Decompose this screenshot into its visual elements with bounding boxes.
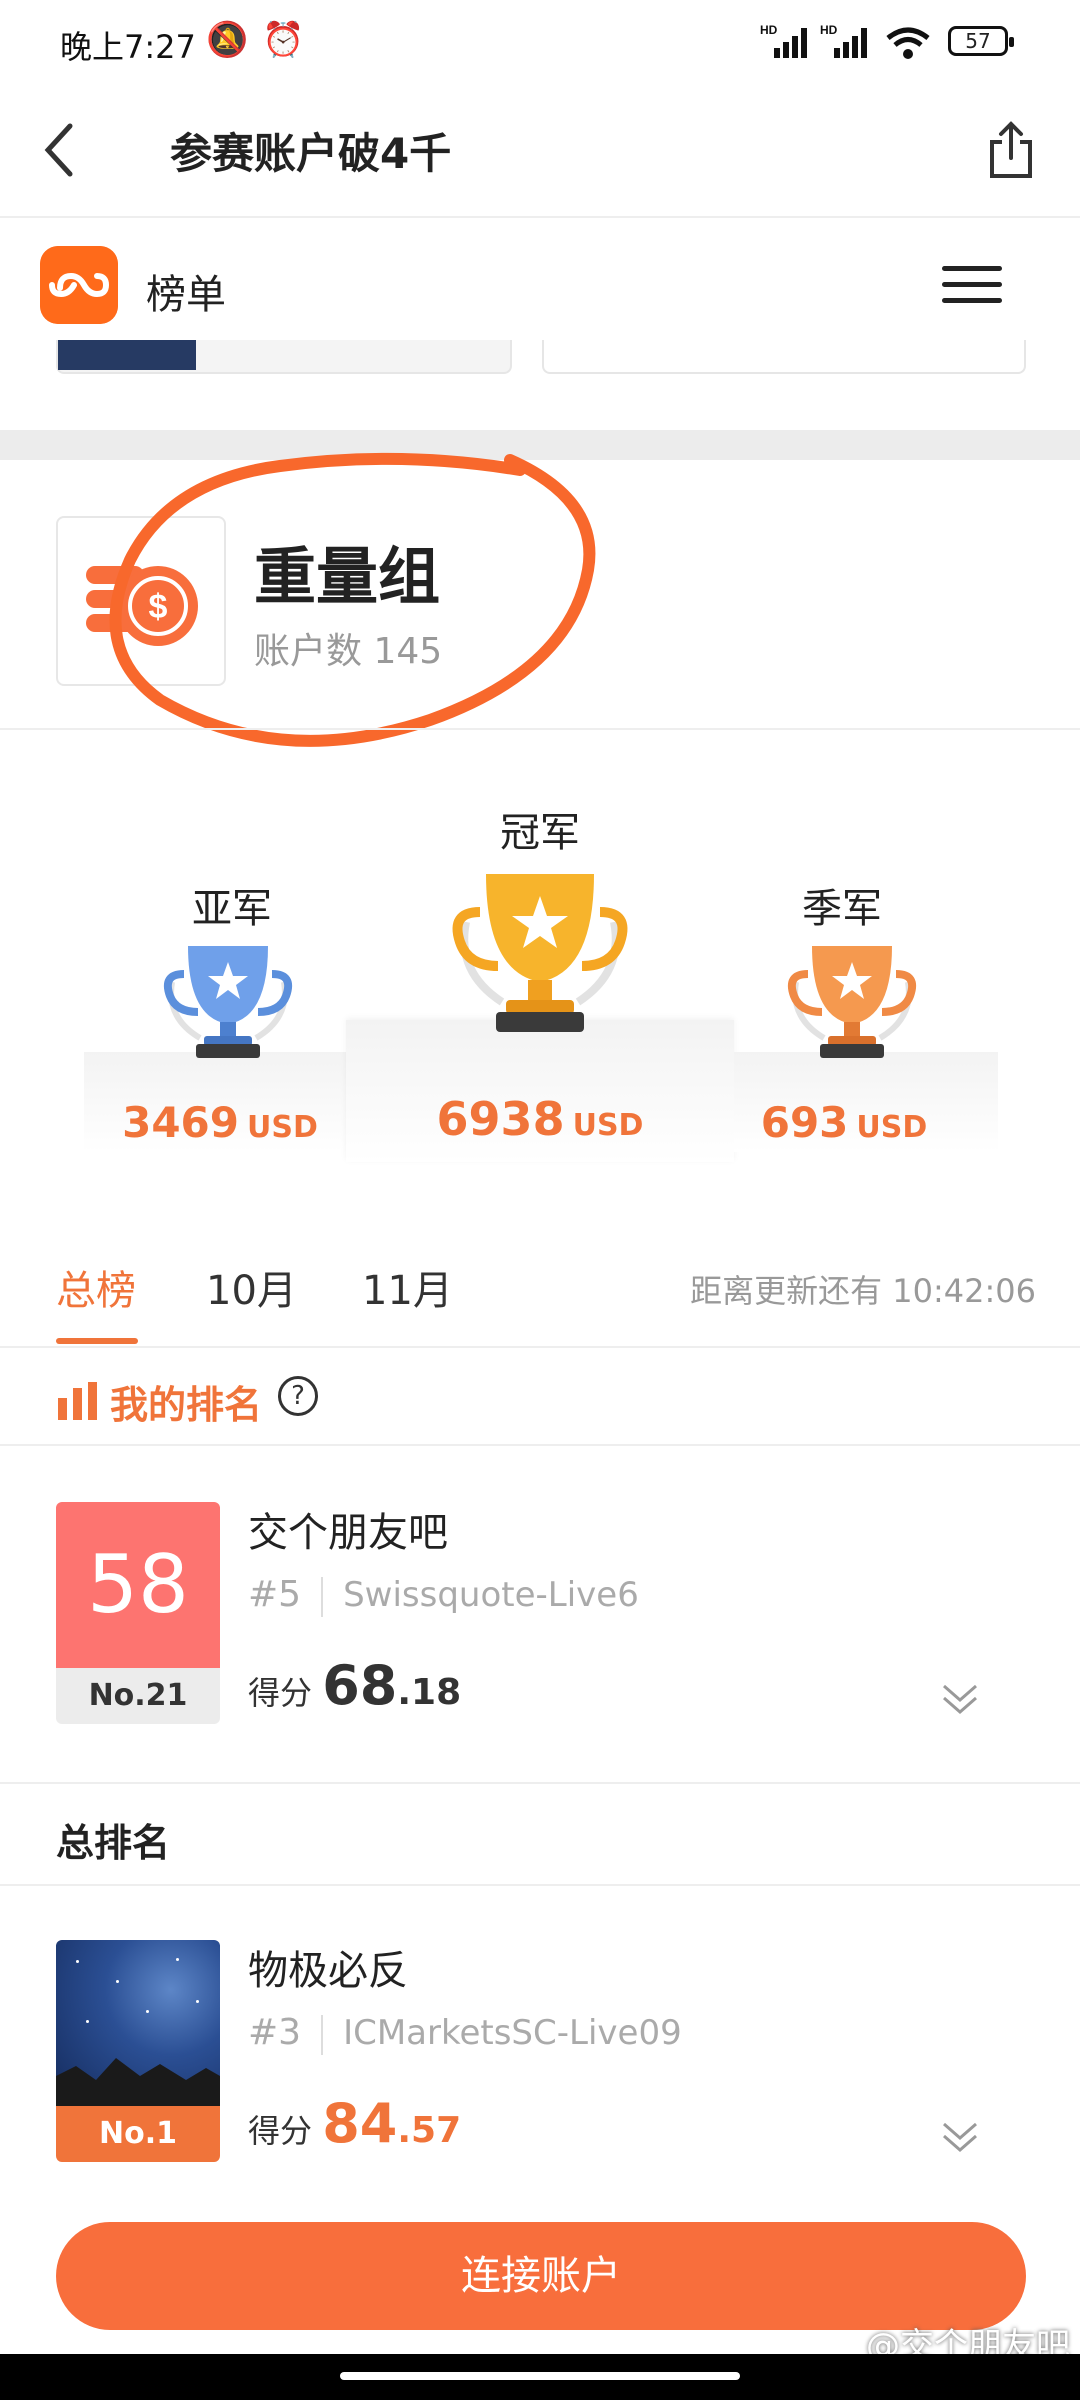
account-sub-info: #3 ICMarketsSC-Live09 xyxy=(248,2012,682,2055)
account-sub-info: #5 Swissquote-Live6 xyxy=(248,1574,639,1617)
sub-rank: #3 xyxy=(248,2012,302,2053)
score-badge: 58 No.21 xyxy=(56,1502,220,1724)
bar-chart-icon xyxy=(58,1382,97,1420)
signal-hd-icon: HD xyxy=(760,23,807,58)
second-place-prize: 3469 USD xyxy=(122,1098,318,1147)
gold-trophy-icon xyxy=(452,874,628,1032)
back-arrow-icon[interactable] xyxy=(40,120,80,180)
app-header: 榜单 xyxy=(0,218,1080,354)
app-section-title: 榜单 xyxy=(146,272,226,318)
bronze-trophy-icon xyxy=(787,946,917,1058)
avatar: No.1 xyxy=(56,1940,220,2162)
coin-stack-icon: $ xyxy=(86,566,198,646)
update-countdown: 距离更新还有 10:42:06 xyxy=(690,1272,1036,1310)
score-badge-value: 58 xyxy=(56,1502,220,1668)
account-name: 物极必反 xyxy=(248,1948,408,1994)
alarm-icon: ⏰ xyxy=(262,20,305,60)
menu-icon[interactable] xyxy=(942,266,1002,306)
tab-november[interactable]: 11月 xyxy=(362,1258,453,1316)
active-tab-indicator xyxy=(56,1338,138,1344)
my-rank-header: 我的排名 ? xyxy=(0,1350,1080,1446)
third-place-prize: 693 USD xyxy=(760,1098,928,1147)
tab-october[interactable]: 10月 xyxy=(206,1258,297,1316)
expand-chevron-icon[interactable] xyxy=(940,1680,980,1716)
avatar-image xyxy=(56,1940,220,2106)
top-nav-bar: 参赛账户破4千 xyxy=(0,84,1080,218)
entry-score: 得分 68.18 xyxy=(248,1654,462,1717)
status-time: 晚上7:27 xyxy=(60,28,196,66)
svg-text:HD: HD xyxy=(760,23,778,37)
help-icon[interactable]: ? xyxy=(278,1376,318,1416)
first-place-label: 冠军 xyxy=(500,810,580,856)
third-place-label: 季军 xyxy=(802,886,882,932)
my-rank-label: 我的排名 xyxy=(110,1383,263,1427)
second-place-label: 亚军 xyxy=(192,886,272,932)
my-rank-entry[interactable]: 58 No.21 交个朋友吧 #5 Swissquote-Live6 得分 68.… xyxy=(0,1448,1080,1782)
share-icon[interactable] xyxy=(986,120,1036,180)
silver-trophy-icon xyxy=(163,946,293,1058)
connect-account-button[interactable]: 连接账户 xyxy=(56,2222,1026,2330)
carousel-card-peek[interactable] xyxy=(542,340,1026,374)
account-name: 交个朋友吧 xyxy=(248,1510,448,1556)
sub-rank: #5 xyxy=(248,1574,302,1615)
first-place-prize: 6938 USD xyxy=(436,1092,644,1146)
system-nav-bar xyxy=(0,2354,1080,2400)
total-rank-label: 总排名 xyxy=(56,1821,171,1865)
tab-overall[interactable]: 总榜 xyxy=(56,1258,136,1316)
battery-icon: 57 xyxy=(948,26,1014,56)
mountain-silhouette xyxy=(56,2058,220,2106)
mute-icon: 🔕 xyxy=(206,20,249,60)
divider xyxy=(0,728,1080,730)
server-name: Swissquote-Live6 xyxy=(343,1575,639,1615)
wifi-icon xyxy=(886,27,930,59)
server-name: ICMarketsSC-Live09 xyxy=(343,2013,682,2053)
rank-number: No.21 xyxy=(56,1668,220,1724)
leaderboard-tabs: 总榜 10月 11月 距离更新还有 10:42:06 xyxy=(0,1218,1080,1348)
entry-score: 得分 84.57 xyxy=(248,2092,462,2155)
app-logo-icon[interactable] xyxy=(40,246,118,324)
group-name: 重量组 xyxy=(254,540,441,613)
list-item[interactable]: No.1 物极必反 #3 ICMarketsSC-Live09 得分 84.57 xyxy=(0,1888,1080,2194)
carousel-card-peek-banner xyxy=(58,340,196,370)
home-indicator[interactable] xyxy=(340,2372,740,2380)
total-rank-header: 总排名 xyxy=(0,1782,1080,1886)
expand-chevron-icon[interactable] xyxy=(940,2118,980,2154)
page-title: 参赛账户破4千 xyxy=(170,129,452,178)
status-bar: 晚上7:27 🔕 ⏰ HD HD 57 xyxy=(0,0,1080,84)
svg-text:$: $ xyxy=(149,588,168,626)
rank-number: No.1 xyxy=(56,2106,220,2162)
account-count: 账户数 145 xyxy=(254,631,443,672)
section-separator xyxy=(0,430,1080,460)
svg-text:HD: HD xyxy=(820,23,838,37)
group-icon: $ xyxy=(56,516,226,686)
signal-hd-icon: HD xyxy=(820,23,867,58)
